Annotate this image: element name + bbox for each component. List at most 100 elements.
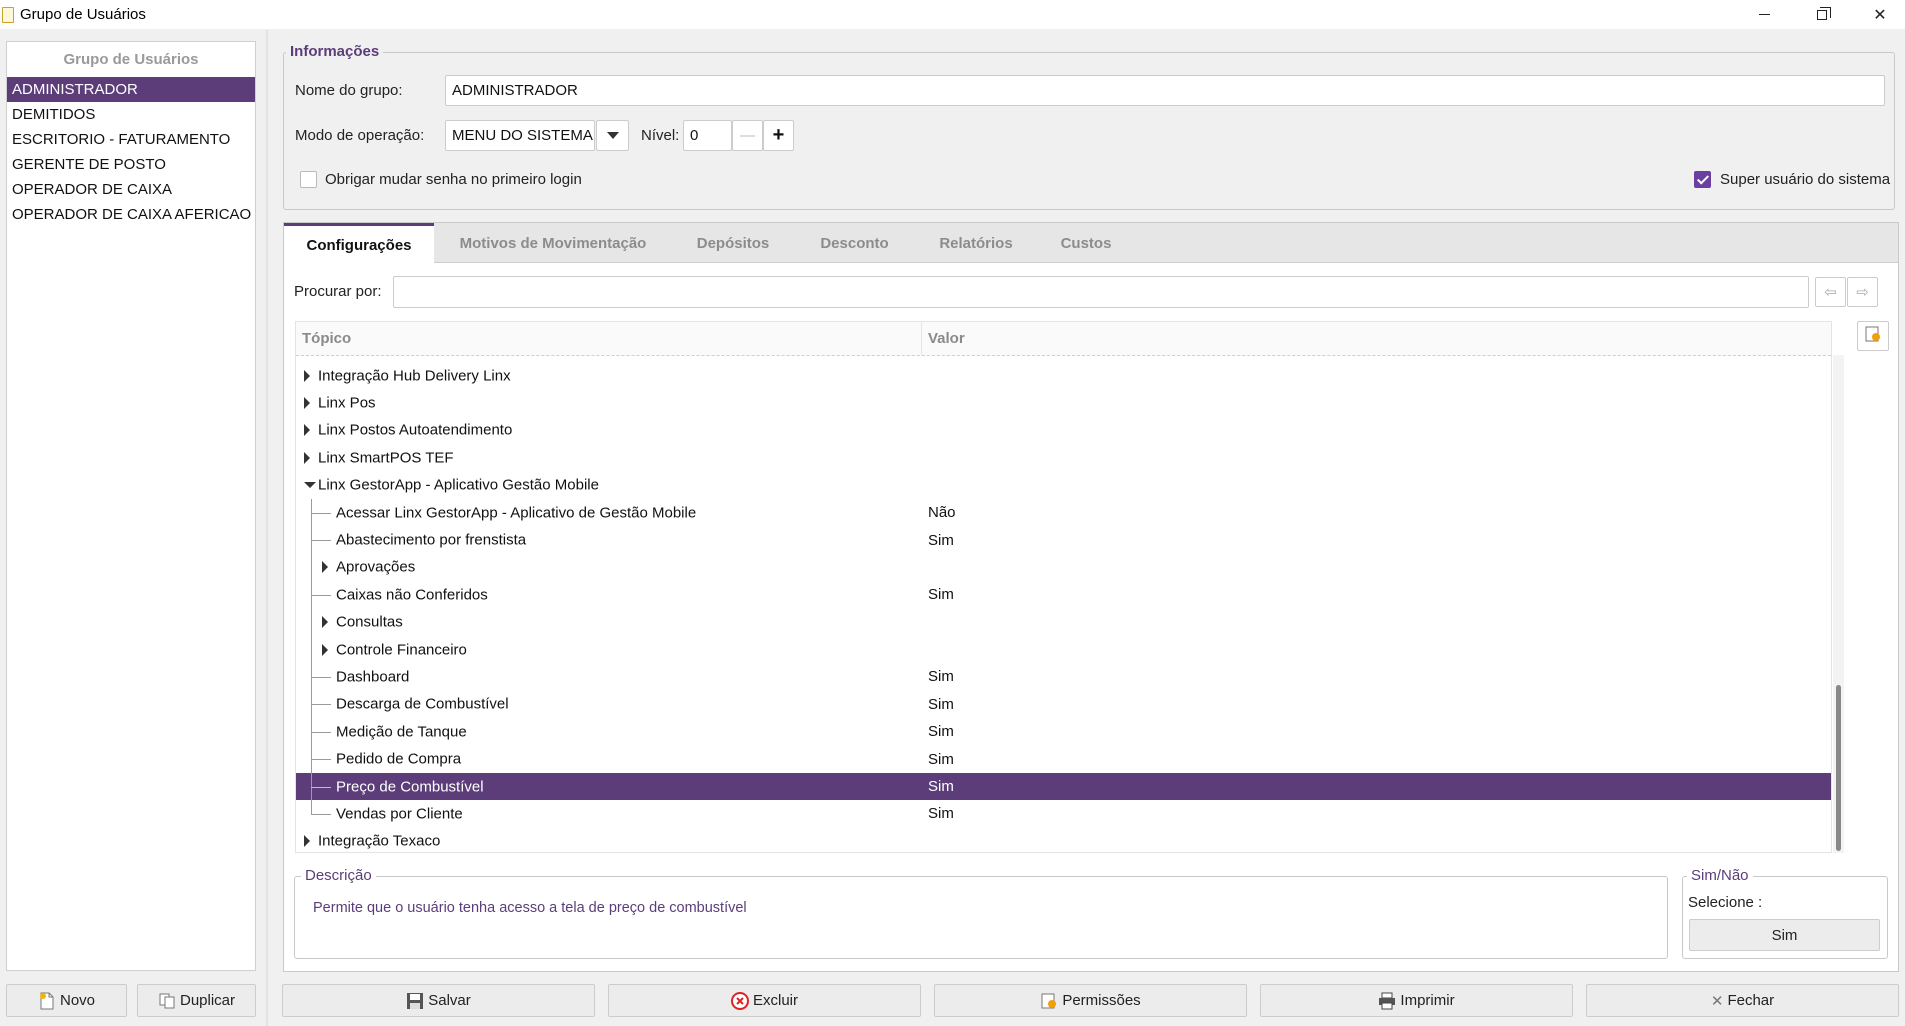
tree-row[interactable]: Linx Pos: [296, 389, 1831, 416]
caret-right-icon[interactable]: [322, 561, 328, 574]
caret-down-icon[interactable]: [304, 482, 316, 489]
mode-select[interactable]: MENU DO SISTEMA: [445, 120, 595, 151]
duplicar-label: Duplicar: [179, 992, 236, 1009]
group-list-item[interactable]: ADMINISTRADOR: [7, 77, 255, 102]
simnao-legend: Sim/Não: [1687, 867, 1753, 884]
tree-scrollbar[interactable]: [1833, 355, 1844, 853]
tree-row-value: Sim: [928, 695, 954, 713]
imprimir-label: Imprimir: [1400, 992, 1455, 1009]
tree-row[interactable]: Aprovações: [296, 553, 1831, 582]
duplicate-icon: [158, 992, 176, 1010]
group-list-item[interactable]: OPERADOR DE CAIXA: [7, 177, 255, 202]
caret-right-icon[interactable]: [304, 397, 310, 410]
excluir-label: Excluir: [752, 992, 798, 1009]
tree-branch-line: [311, 512, 331, 514]
group-list-item[interactable]: OPERADOR DE CAIXA AFERICAO: [7, 202, 255, 227]
fechar-button[interactable]: ✕ Fechar: [1586, 984, 1899, 1017]
tree-row[interactable]: Caixas não Conferidos Sim: [296, 581, 1831, 609]
sim-button[interactable]: Sim: [1689, 919, 1880, 951]
level-input[interactable]: 0: [683, 120, 732, 151]
maximize-button[interactable]: [1793, 0, 1851, 29]
tree-row[interactable]: Linx SmartPOS TEF: [296, 444, 1831, 471]
tree-row[interactable]: Medição de Tanque Sim: [296, 718, 1831, 746]
plus-icon: +: [772, 124, 785, 146]
tree-connector-line: [311, 608, 312, 636]
tree-body: Integração Hub Delivery Linx Linx Pos Linx…: [296, 356, 1831, 852]
description-text: Permite que o usuário tenha acesso a tel…: [313, 900, 747, 916]
arrow-right-icon: ⇨: [1856, 284, 1869, 301]
tab-motivos-movimentacao[interactable]: Motivos de Movimentação: [434, 223, 672, 263]
search-input[interactable]: [393, 276, 1809, 308]
group-list-item[interactable]: GERENTE DE POSTO: [7, 152, 255, 177]
caret-right-icon[interactable]: [304, 424, 310, 437]
tree-row[interactable]: Preço de Combustível Sim: [296, 772, 1831, 801]
mode-dropdown-button[interactable]: [596, 120, 629, 151]
salvar-label: Salvar: [428, 992, 471, 1009]
tree-row[interactable]: Integração Texaco: [296, 828, 1831, 852]
tree-row[interactable]: Pedido de Compra Sim: [296, 745, 1831, 773]
app-icon: [2, 6, 14, 23]
duplicar-button[interactable]: Duplicar: [137, 984, 256, 1017]
tree-row-label: Integração Hub Delivery Linx: [318, 367, 511, 385]
tree-row-label: Aprovações: [336, 558, 416, 576]
close-button[interactable]: ✕: [1851, 0, 1905, 29]
tree-branch-line: [311, 676, 331, 678]
novo-button[interactable]: Novo: [6, 984, 127, 1017]
tab-custos[interactable]: Custos: [1037, 223, 1135, 263]
tab-desconto[interactable]: Desconto: [794, 223, 915, 263]
caret-right-icon[interactable]: [304, 369, 310, 382]
caret-right-icon[interactable]: [322, 616, 328, 629]
search-next-button[interactable]: ⇨: [1847, 277, 1878, 307]
search-prev-button[interactable]: ⇦: [1815, 277, 1846, 307]
panel-splitter[interactable]: [266, 30, 268, 1026]
tree-topic-cell: Linx SmartPOS TEF: [296, 444, 922, 471]
tree-row[interactable]: Linx GestorApp - Aplicativo Gestão Mobil…: [296, 472, 1831, 499]
minimize-button[interactable]: [1735, 0, 1793, 29]
tree-row[interactable]: Abastecimento por frenstista Sim: [296, 526, 1831, 554]
tree-row-label: Pedido de Compra: [336, 750, 462, 768]
chevron-down-icon: [606, 132, 619, 139]
export-button[interactable]: [1857, 321, 1889, 351]
tree-row[interactable]: Controle Financeiro: [296, 635, 1831, 664]
force-password-checkbox[interactable]: [300, 171, 317, 188]
group-list-item[interactable]: DEMITIDOS: [7, 102, 255, 127]
salvar-button[interactable]: Salvar: [282, 984, 595, 1017]
tree-row[interactable]: Integração Hub Delivery Linx: [296, 362, 1831, 389]
superuser-checkbox[interactable]: [1694, 171, 1711, 188]
fechar-label: Fechar: [1727, 992, 1775, 1009]
tree-row-value: Sim: [928, 531, 954, 549]
tree-row-label: Linx Pos: [318, 394, 376, 412]
tab-configuracoes[interactable]: Configurações: [284, 223, 434, 264]
caret-right-icon[interactable]: [322, 643, 328, 656]
tab-depositos[interactable]: Depósitos: [672, 223, 794, 263]
level-increment-button[interactable]: +: [763, 120, 794, 151]
delete-icon: [730, 991, 749, 1010]
tree-scrollbar-thumb[interactable]: [1836, 685, 1841, 851]
tree-row-label: Acessar Linx GestorApp - Aplicativo de G…: [336, 504, 697, 522]
excluir-button[interactable]: Excluir: [608, 984, 921, 1017]
tree-row[interactable]: Descarga de Combustível Sim: [296, 690, 1831, 719]
print-icon: [1378, 992, 1396, 1010]
tree-row[interactable]: Dashboard Sim: [296, 663, 1831, 691]
tree-row-value: Sim: [928, 586, 954, 604]
level-decrement-button[interactable]: —: [732, 120, 763, 151]
group-list-item[interactable]: ESCRITORIO - FATURAMENTO: [7, 127, 255, 152]
tree-row-label: Linx SmartPOS TEF: [318, 449, 454, 467]
permissoes-button[interactable]: Permissões: [934, 984, 1247, 1017]
mode-value: MENU DO SISTEMA: [452, 127, 593, 144]
caret-right-icon[interactable]: [304, 835, 310, 848]
group-name-input[interactable]: ADMINISTRADOR: [445, 75, 1885, 106]
column-header-value[interactable]: Valor: [922, 322, 1831, 355]
tree-row[interactable]: Linx Postos Autoatendimento: [296, 417, 1831, 444]
column-header-topic[interactable]: Tópico: [296, 322, 922, 355]
tree-row[interactable]: Acessar Linx GestorApp - Aplicativo de G…: [296, 498, 1831, 527]
imprimir-button[interactable]: Imprimir: [1260, 984, 1573, 1017]
tab-relatorios[interactable]: Relatórios: [915, 223, 1037, 263]
window-title: Grupo de Usuários: [20, 6, 146, 23]
force-password-label: Obrigar mudar senha no primeiro login: [325, 171, 582, 188]
tree-row[interactable]: Vendas por Cliente Sim: [296, 800, 1831, 827]
caret-right-icon[interactable]: [304, 451, 310, 464]
close-icon: ✕: [1873, 6, 1887, 24]
permissions-icon: [1040, 992, 1058, 1010]
tree-row[interactable]: Consultas: [296, 608, 1831, 636]
